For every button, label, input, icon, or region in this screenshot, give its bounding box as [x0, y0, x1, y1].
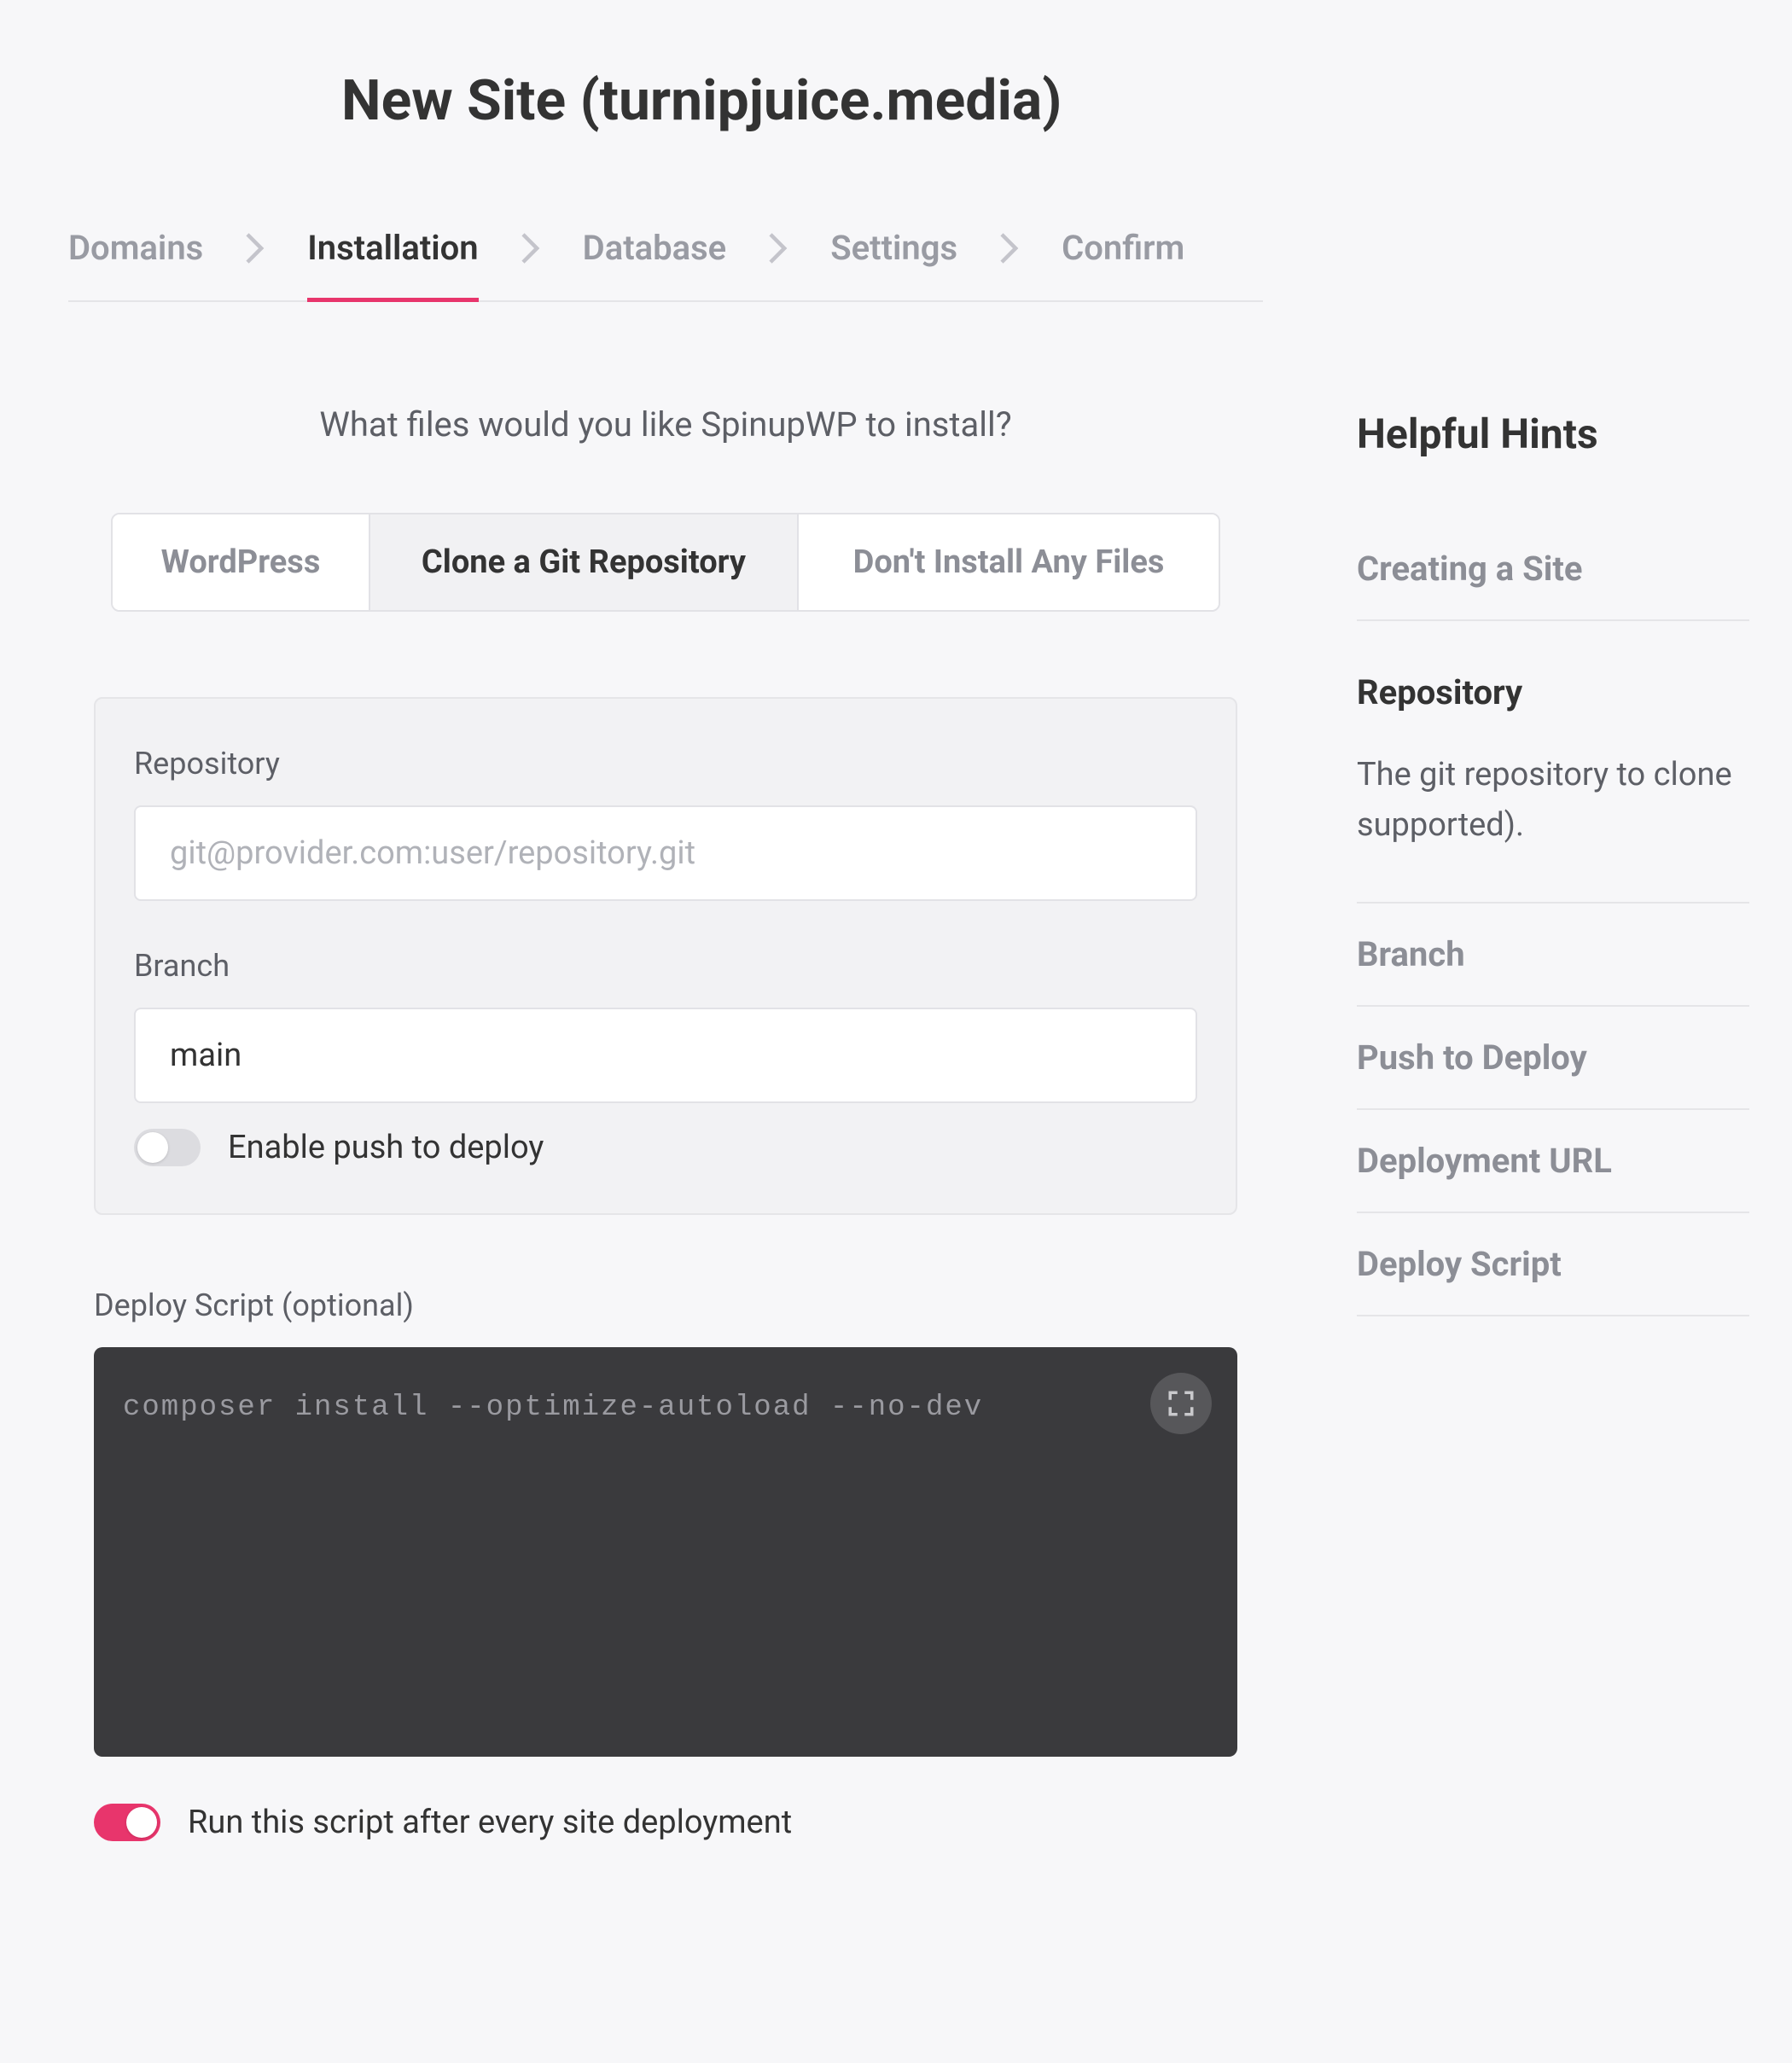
run-script-label: Run this script after every site deploym…: [188, 1804, 792, 1841]
breadcrumb-settings[interactable]: Settings: [830, 228, 957, 300]
chevron-right-icon: [521, 233, 540, 264]
breadcrumb-confirm[interactable]: Confirm: [1062, 228, 1184, 300]
hint-push-deploy[interactable]: Push to Deploy: [1357, 1007, 1749, 1110]
install-type-tabs: WordPress Clone a Git Repository Don't I…: [111, 513, 1220, 612]
deploy-script-code: composer install --optimize-autoload --n…: [123, 1392, 983, 1424]
hint-repository-desc: The git repository to clone supported).: [1357, 750, 1749, 904]
hints-title: Helpful Hints: [1357, 410, 1749, 458]
deploy-script-label: Deploy Script (optional): [94, 1287, 1237, 1323]
branch-input[interactable]: [134, 1008, 1197, 1103]
breadcrumb-domains[interactable]: Domains: [68, 228, 203, 300]
breadcrumb: Domains Installation Database Settings C…: [68, 228, 1263, 302]
repo-label: Repository: [134, 746, 1197, 782]
branch-label: Branch: [134, 948, 1197, 984]
chevron-right-icon: [246, 233, 265, 264]
run-script-toggle[interactable]: [94, 1804, 160, 1841]
push-deploy-label: Enable push to deploy: [228, 1129, 544, 1166]
hint-repository-head: Repository: [1357, 621, 1749, 712]
helpful-hints: Helpful Hints Creating a Site Repository…: [1357, 410, 1749, 1841]
breadcrumb-database[interactable]: Database: [583, 228, 727, 300]
page-title: New Site (turnipjuice.media): [341, 68, 1263, 134]
git-panel: Repository Branch Enable push to deploy: [94, 697, 1237, 1215]
tab-git[interactable]: Clone a Git Repository: [369, 514, 799, 610]
hint-deploy-script[interactable]: Deploy Script: [1357, 1213, 1749, 1316]
hint-branch[interactable]: Branch: [1357, 904, 1749, 1007]
expand-icon[interactable]: [1150, 1373, 1212, 1434]
push-deploy-toggle[interactable]: [134, 1129, 201, 1166]
tab-wordpress[interactable]: WordPress: [113, 514, 369, 610]
deploy-script-editor[interactable]: composer install --optimize-autoload --n…: [94, 1347, 1237, 1757]
hint-creating-site[interactable]: Creating a Site: [1357, 518, 1749, 621]
breadcrumb-installation[interactable]: Installation: [307, 228, 478, 300]
tab-none[interactable]: Don't Install Any Files: [799, 514, 1219, 610]
install-question: What files would you like SpinupWP to in…: [68, 404, 1263, 445]
chevron-right-icon: [769, 233, 788, 264]
hint-deployment-url[interactable]: Deployment URL: [1357, 1110, 1749, 1213]
chevron-right-icon: [1000, 233, 1019, 264]
repo-input[interactable]: [134, 805, 1197, 901]
